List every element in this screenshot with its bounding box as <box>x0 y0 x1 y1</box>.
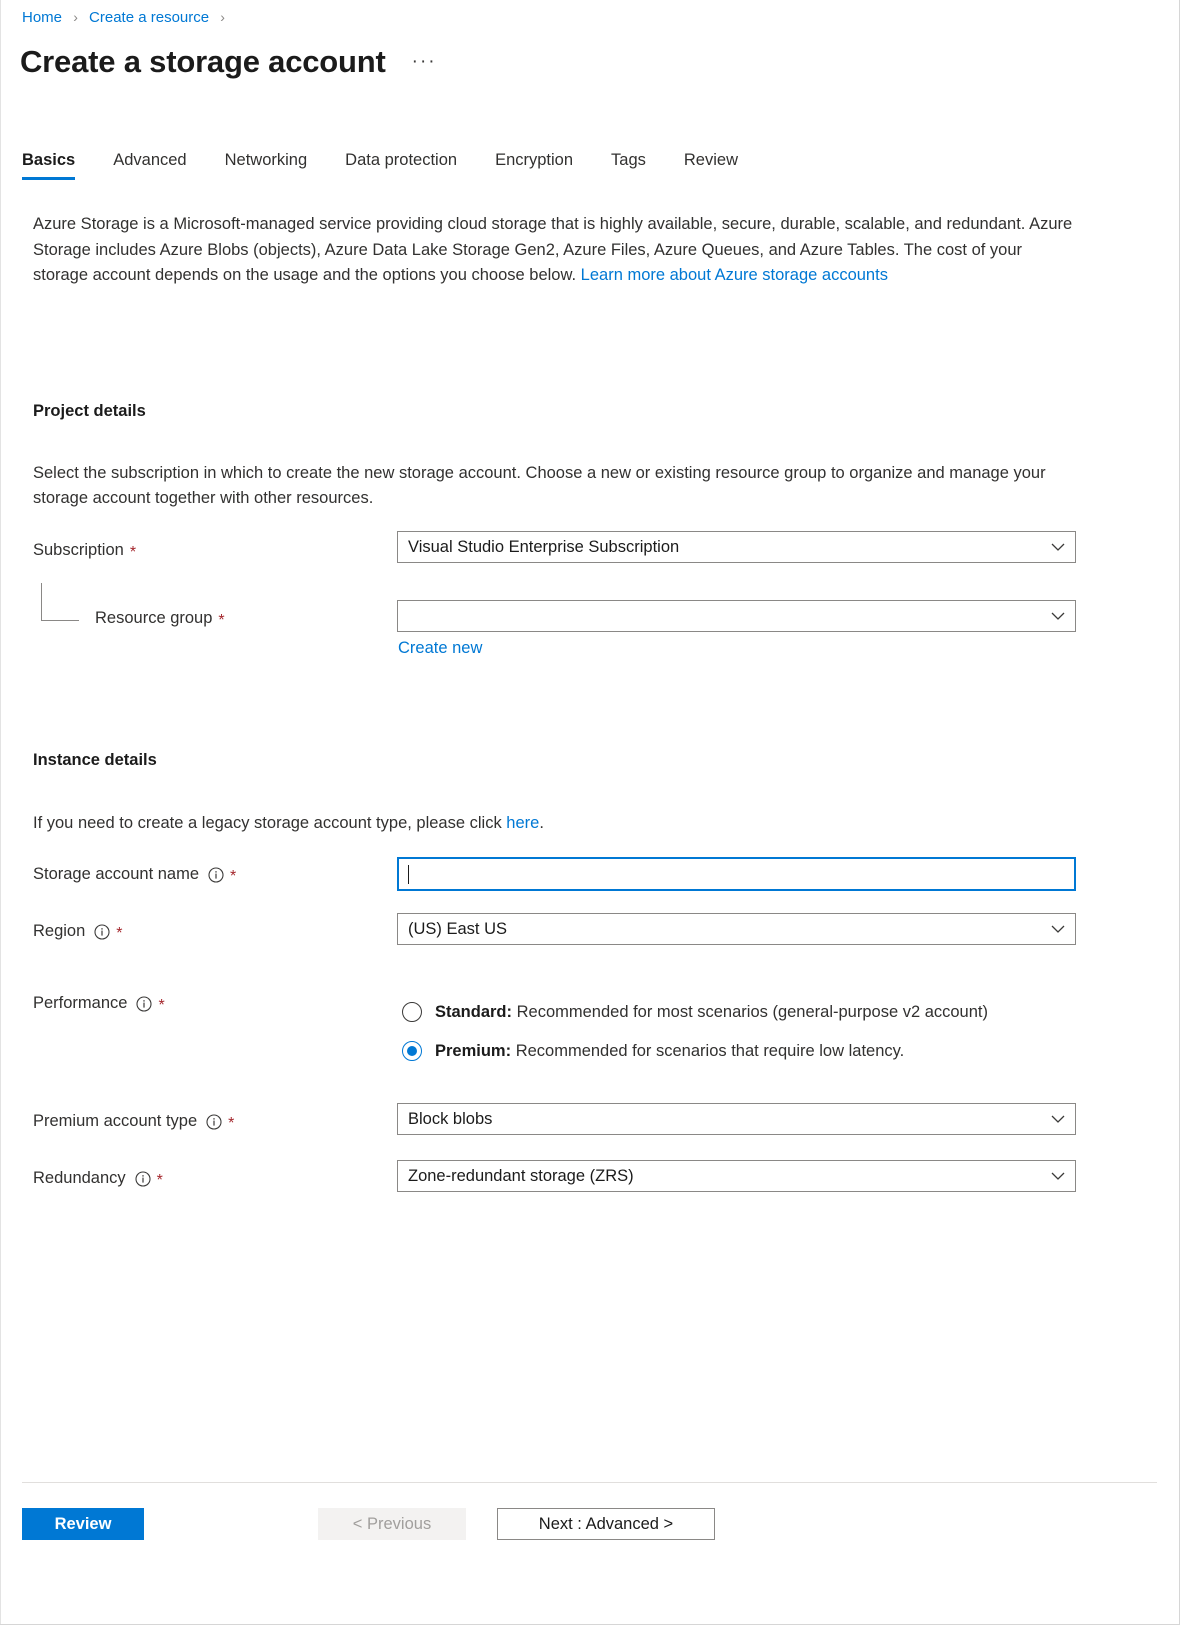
region-label: Region * <box>33 922 123 941</box>
radio-button-icon <box>402 1002 422 1022</box>
redundancy-value: Zone-redundant storage (ZRS) <box>408 1166 634 1185</box>
subscription-dropdown[interactable]: Visual Studio Enterprise Subscription <box>397 531 1076 563</box>
tab-advanced[interactable]: Advanced <box>113 151 186 180</box>
info-icon[interactable] <box>206 1113 222 1130</box>
tab-networking[interactable]: Networking <box>225 151 308 180</box>
storage-account-name-input[interactable] <box>397 857 1076 891</box>
performance-option-standard-text: Standard: Recommended for most scenarios… <box>435 1003 988 1022</box>
breadcrumb: Home › Create a resource › <box>22 6 232 29</box>
info-icon[interactable] <box>135 1170 151 1187</box>
breadcrumb-item-create-a-resource[interactable]: Create a resource <box>89 9 209 26</box>
performance-option-standard[interactable]: Standard: Recommended for most scenarios… <box>402 1002 988 1022</box>
breadcrumb-separator-icon: › <box>220 9 225 25</box>
wizard-tabs: Basics Advanced Networking Data protecti… <box>22 140 738 180</box>
previous-button[interactable]: < Previous <box>318 1508 466 1540</box>
chevron-down-icon <box>1051 609 1065 623</box>
tab-encryption[interactable]: Encryption <box>495 151 573 180</box>
required-asterisk: * <box>218 611 225 629</box>
text-cursor <box>408 864 409 884</box>
region-value: (US) East US <box>408 919 508 938</box>
redundancy-dropdown[interactable]: Zone-redundant storage (ZRS) <box>397 1160 1076 1192</box>
redundancy-label-text: Redundancy <box>33 1169 126 1187</box>
subscription-label-text: Subscription <box>33 541 124 559</box>
chevron-down-icon <box>1051 1112 1065 1126</box>
footer-divider <box>22 1482 1157 1483</box>
required-asterisk: * <box>116 924 123 942</box>
tab-basics[interactable]: Basics <box>22 151 76 180</box>
learn-more-link[interactable]: Learn more about Azure storage accounts <box>581 266 888 284</box>
region-label-text: Region <box>33 922 86 940</box>
info-icon[interactable] <box>94 923 110 940</box>
tab-data-protection[interactable]: Data protection <box>345 151 457 180</box>
instance-details-heading: Instance details <box>33 751 157 769</box>
storage-account-name-label: Storage account name * <box>33 865 236 884</box>
project-details-heading: Project details <box>33 402 146 420</box>
required-asterisk: * <box>129 543 137 561</box>
project-details-description: Select the subscription in which to crea… <box>33 464 1046 507</box>
performance-label-text: Performance <box>33 994 128 1012</box>
required-asterisk: * <box>228 1114 235 1132</box>
resource-group-label: Resource group * <box>95 609 225 628</box>
performance-option-premium-text: Premium: Recommended for scenarios that … <box>435 1042 904 1061</box>
breadcrumb-separator-icon: › <box>73 9 78 25</box>
resource-group-label-text: Resource group <box>95 609 213 627</box>
required-asterisk: * <box>230 867 237 885</box>
title-row: Create a storage account ··· <box>20 42 437 82</box>
info-icon[interactable] <box>136 995 153 1012</box>
premium-account-type-label: Premium account type * <box>33 1112 234 1131</box>
resource-group-dropdown[interactable] <box>397 600 1076 632</box>
performance-option-premium[interactable]: Premium: Recommended for scenarios that … <box>402 1041 988 1061</box>
more-options-icon[interactable]: ··· <box>412 52 437 72</box>
redundancy-label: Redundancy * <box>33 1169 163 1188</box>
create-new-resource-group-link[interactable]: Create new <box>398 639 482 658</box>
performance-option-standard-bold: Standard: <box>435 1002 513 1021</box>
performance-label: Performance * <box>33 994 165 1013</box>
region-dropdown[interactable]: (US) East US <box>397 913 1076 945</box>
storage-account-name-label-text: Storage account name <box>33 865 200 883</box>
review-button[interactable]: Review <box>22 1508 144 1540</box>
blade-left-edge <box>0 0 1 1624</box>
radio-button-selected-icon <box>402 1041 422 1061</box>
create-storage-account-blade: Home › Create a resource › Create a stor… <box>0 0 1180 1625</box>
premium-account-type-label-text: Premium account type <box>33 1112 198 1130</box>
performance-option-premium-bold: Premium: <box>435 1041 512 1060</box>
page-title: Create a storage account <box>20 44 386 79</box>
breadcrumb-item-home[interactable]: Home <box>22 9 62 26</box>
subscription-label: Subscription * <box>33 541 136 560</box>
subscription-value: Visual Studio Enterprise Subscription <box>408 537 680 556</box>
tab-tags[interactable]: Tags <box>611 151 646 180</box>
premium-account-type-dropdown[interactable]: Block blobs <box>397 1103 1076 1135</box>
chevron-down-icon <box>1051 1169 1065 1183</box>
legacy-note-period: . <box>539 814 544 832</box>
chevron-down-icon <box>1051 922 1065 936</box>
intro-paragraph: Azure Storage is a Microsoft-managed ser… <box>33 212 1073 289</box>
performance-option-standard-desc: Recommended for most scenarios (general-… <box>512 1002 988 1021</box>
required-asterisk: * <box>158 996 165 1014</box>
legacy-account-note: If you need to create a legacy storage a… <box>33 811 1073 836</box>
tab-review[interactable]: Review <box>684 151 738 180</box>
next-advanced-button[interactable]: Next : Advanced > <box>497 1508 715 1540</box>
info-icon[interactable] <box>208 866 224 883</box>
required-asterisk: * <box>156 1171 163 1189</box>
legacy-note-text: If you need to create a legacy storage a… <box>33 814 507 832</box>
premium-account-type-value: Block blobs <box>408 1109 493 1128</box>
legacy-here-link[interactable]: here <box>506 814 539 832</box>
performance-option-premium-desc: Recommended for scenarios that require l… <box>511 1041 905 1060</box>
resource-group-indent-connector <box>41 583 79 621</box>
intro-text: Azure Storage is a Microsoft-managed ser… <box>33 215 1073 284</box>
performance-radio-group: Standard: Recommended for most scenarios… <box>402 1002 988 1061</box>
chevron-down-icon <box>1051 540 1065 554</box>
